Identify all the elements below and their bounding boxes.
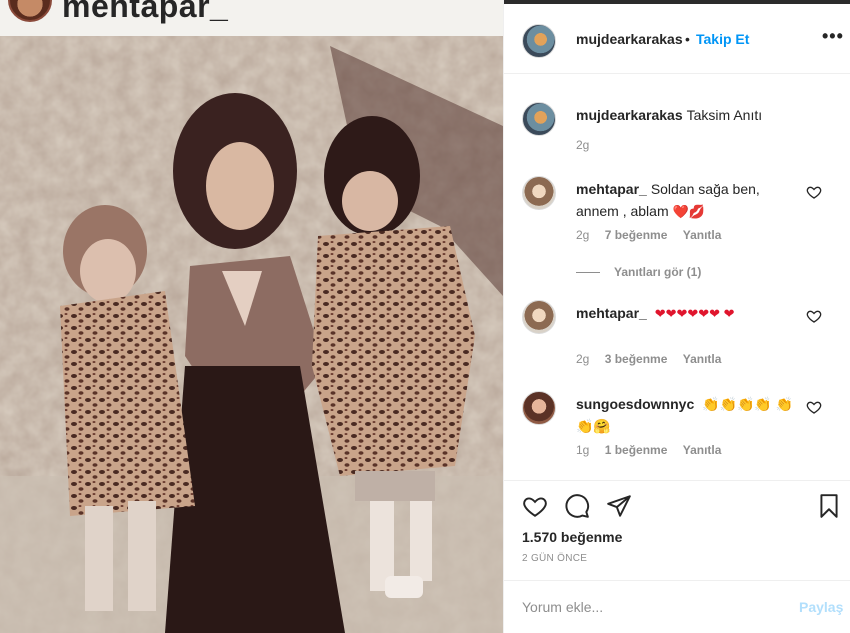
comment-like-heart-icon[interactable]: [806, 308, 822, 324]
comment-text-block: mehtapar_ ❤❤❤❤❤❤ ❤: [576, 302, 806, 325]
view-replies-button[interactable]: Yanıtları gör (1): [576, 265, 701, 279]
profile-avatar[interactable]: [8, 0, 52, 22]
comment-icon[interactable]: [564, 493, 590, 519]
add-comment-bar: Paylaş: [504, 580, 850, 633]
owner-avatar[interactable]: [522, 24, 556, 58]
share-icon[interactable]: [606, 493, 632, 519]
comment-input[interactable]: [522, 595, 782, 619]
comment-time[interactable]: 2g: [576, 352, 589, 366]
post-actions: 1.570 beğenme 2 GÜN ÖNCE: [504, 480, 850, 580]
reply-button[interactable]: Yanıtla: [683, 443, 722, 457]
comment-avatar[interactable]: [522, 391, 556, 425]
reply-button[interactable]: Yanıtla: [683, 352, 722, 366]
caption-avatar[interactable]: [522, 102, 556, 136]
post-details-panel: mujdearkarakas • Takip Et ••• mujdearkar…: [503, 0, 850, 633]
comment-time[interactable]: 1g: [576, 443, 589, 457]
comment-text-block: mehtapar_ Soldan sağa ben, annem , ablam …: [576, 178, 806, 223]
view-replies-label: Yanıtları gör (1): [614, 265, 702, 279]
comment-emoji: ❤❤❤❤❤❤ ❤: [654, 306, 735, 321]
comment-username[interactable]: mehtapar_: [576, 305, 647, 321]
comment-avatar[interactable]: [522, 300, 556, 334]
comment-likes[interactable]: 3 beğenme: [605, 352, 668, 366]
reply-button[interactable]: Yanıtla: [683, 228, 722, 242]
caption-text-block: mujdearkarakas Taksim Anıtı: [576, 104, 806, 126]
comment-meta: 1g 1 beğenme Yanıtla: [576, 443, 733, 457]
caption-meta: 2g: [576, 138, 601, 152]
comment-meta: 2g 7 beğenme Yanıtla: [576, 228, 733, 242]
owner-username[interactable]: mujdearkarakas: [576, 31, 683, 47]
profile-username[interactable]: mehtapar_: [62, 0, 228, 25]
likes-count[interactable]: 1.570 beğenme: [522, 529, 622, 545]
post-time: 2 GÜN ÖNCE: [522, 553, 588, 564]
follow-button[interactable]: Takip Et: [696, 31, 749, 47]
comment-username[interactable]: sungoesdownnyc: [576, 396, 694, 412]
profile-strip: mehtapar_: [0, 0, 503, 36]
comment-emoji: ❤️💋: [672, 204, 705, 219]
like-heart-icon[interactable]: [522, 493, 548, 519]
comment-likes[interactable]: 7 beğenme: [605, 228, 668, 242]
comment-meta: 2g 3 beğenme Yanıtla: [576, 352, 733, 366]
caption-text: Taksim Anıtı: [686, 107, 763, 123]
comment-text-block: sungoesdownnyc 👏👏👏👏 👏👏🤗: [576, 393, 806, 437]
comment-avatar[interactable]: [522, 176, 556, 210]
post-comment-button[interactable]: Paylaş: [799, 599, 843, 615]
caption-time[interactable]: 2g: [576, 138, 589, 152]
replies-line: [576, 272, 600, 274]
header-separator: •: [685, 31, 690, 47]
post-header: mujdearkarakas • Takip Et •••: [504, 4, 850, 74]
bookmark-icon[interactable]: [816, 493, 842, 519]
caption-username[interactable]: mujdearkarakas: [576, 107, 683, 123]
comment-time[interactable]: 2g: [576, 228, 589, 242]
more-options-icon[interactable]: •••: [822, 26, 844, 47]
comment-username[interactable]: mehtapar_: [576, 181, 647, 197]
post-photo[interactable]: [0, 36, 503, 633]
post-photo-area: mehtapar_: [0, 0, 503, 633]
comment-like-heart-icon[interactable]: [806, 399, 822, 415]
comment-likes[interactable]: 1 beğenme: [605, 443, 668, 457]
comment-like-heart-icon[interactable]: [806, 184, 822, 200]
